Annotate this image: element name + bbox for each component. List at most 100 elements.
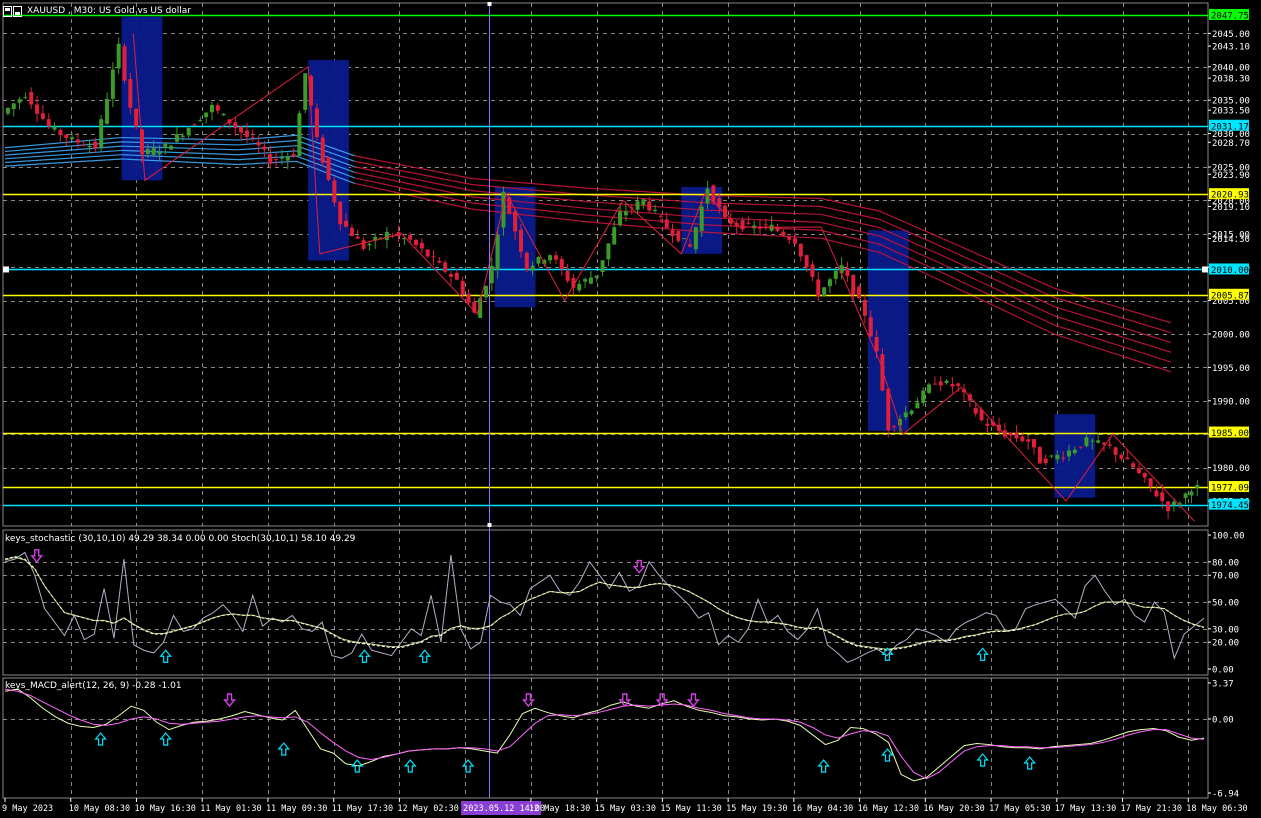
candle (99, 119, 104, 148)
candle (839, 265, 844, 274)
candle (763, 224, 768, 226)
candle (618, 211, 623, 226)
candle (180, 135, 185, 137)
candle (769, 224, 774, 231)
candle (845, 268, 850, 276)
hline-handle (3, 266, 9, 273)
candle (169, 145, 174, 150)
candle (594, 275, 599, 279)
candle (1043, 458, 1048, 464)
candle (1195, 485, 1200, 488)
candle (862, 299, 867, 316)
candle (408, 235, 413, 240)
candle (513, 211, 518, 232)
candle (425, 249, 430, 257)
level-label: 2031.17 (1211, 122, 1249, 132)
candle (52, 126, 57, 130)
candle (1183, 493, 1188, 498)
candle (857, 286, 862, 299)
price-tick-label: 2028.70 (1212, 139, 1250, 149)
candle (787, 236, 792, 240)
candle (431, 256, 436, 258)
candle (1119, 454, 1124, 459)
candle (600, 260, 605, 273)
time-label: 16 May 12:30 (858, 804, 919, 814)
candle (233, 122, 238, 128)
candle (670, 230, 675, 237)
candle (244, 130, 249, 137)
candle (326, 157, 331, 180)
time-label: 15 May 19:30 (726, 804, 787, 814)
candle (518, 229, 523, 252)
candle (110, 69, 115, 99)
level-label: 2020.93 (1211, 191, 1249, 201)
stoch-tick-label: 20.00 (1212, 639, 1239, 649)
price-tick-label: 2014.30 (1212, 235, 1250, 245)
candle (1026, 439, 1031, 442)
chart-window[interactable]: 100.00 80.00 70.00 50.00 30.00 20.00 0.00 3.37… (0, 0, 1261, 818)
candle (11, 103, 16, 109)
price-tick-label: 2000.00 (1212, 330, 1250, 340)
candle (944, 380, 949, 383)
candle (163, 143, 168, 148)
candle (833, 270, 838, 279)
candle (122, 46, 127, 81)
candle (361, 240, 366, 249)
candle (647, 201, 652, 211)
candle (116, 43, 121, 69)
stoch-tick-label: 30.00 (1212, 625, 1239, 635)
candle (548, 255, 553, 261)
candle (367, 243, 372, 246)
candle (1072, 449, 1077, 454)
candle (297, 113, 302, 157)
candle (973, 407, 978, 414)
time-label: 17 May 05:30 (989, 804, 1050, 814)
candle (443, 262, 448, 272)
candle (804, 255, 809, 268)
candle (892, 426, 897, 428)
candle (1090, 440, 1095, 442)
candle (1066, 450, 1071, 457)
candle (58, 129, 63, 135)
candle (64, 134, 69, 139)
candle (623, 211, 628, 216)
candle (1171, 501, 1176, 505)
time-label: 9 May 2023 (2, 804, 53, 814)
candle (1014, 432, 1019, 439)
candle (822, 287, 827, 296)
window-icon[interactable] (3, 6, 23, 17)
candle (810, 264, 815, 277)
candle (105, 98, 110, 124)
price-tick-label: 2043.10 (1212, 43, 1250, 53)
candle (524, 252, 529, 270)
candle (274, 159, 279, 161)
candle (449, 274, 454, 277)
candle (215, 105, 220, 111)
time-label: 10 May 16:30 (134, 804, 195, 814)
candle (192, 124, 197, 126)
time-label: 12 May 18:30 (529, 804, 590, 814)
candle (209, 104, 214, 113)
candle (17, 99, 22, 103)
candle (559, 259, 564, 270)
candle (746, 222, 751, 224)
candle (676, 230, 681, 242)
candle (553, 255, 558, 260)
time-label: 16 May 20:30 (923, 804, 984, 814)
candle (1125, 457, 1130, 460)
price-tick-label: 1990.00 (1212, 397, 1250, 407)
price-tick-label: 2038.30 (1212, 75, 1250, 85)
time-label: 15 May 11:30 (660, 804, 721, 814)
macd-label: keys_MACD_alert(12, 26, 9) -0.28 -1.01 (5, 681, 182, 691)
vline-handle (487, 523, 492, 527)
candle (1037, 447, 1042, 464)
stoch-tick-label: 50.00 (1212, 599, 1239, 609)
candle (81, 144, 86, 146)
price-tick-label: 2040.00 (1212, 63, 1250, 73)
candle (688, 244, 693, 247)
candle (40, 113, 45, 119)
candle (1166, 501, 1171, 512)
candle (682, 238, 687, 240)
level-label: 1985.00 (1211, 429, 1249, 439)
candle (903, 412, 908, 418)
